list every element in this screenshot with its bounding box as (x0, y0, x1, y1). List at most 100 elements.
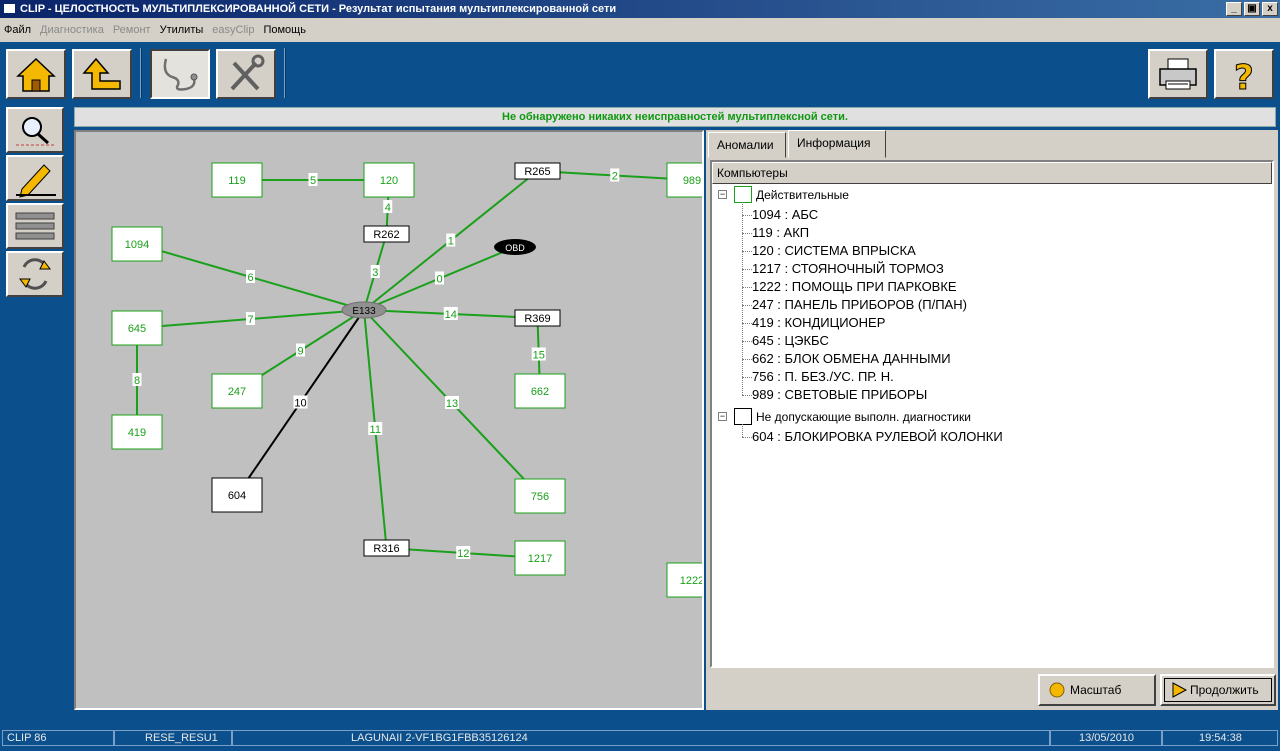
side-search-button[interactable] (6, 107, 64, 153)
svg-text:9: 9 (297, 346, 303, 358)
node-645[interactable]: 645 (111, 310, 163, 346)
node-1094[interactable]: 1094 (111, 226, 163, 262)
zoom-icon (1049, 682, 1065, 698)
svg-text:3: 3 (372, 267, 378, 279)
diagnostics-button[interactable] (150, 49, 210, 99)
tree-item[interactable]: 645 : ЦЭКБС (752, 332, 829, 350)
tree-item[interactable]: 1222 : ПОМОЩЬ ПРИ ПАРКОВКЕ (752, 278, 957, 296)
tree-item[interactable]: 119 : АКП (752, 224, 809, 242)
node-1217[interactable]: 1217 (514, 540, 566, 576)
tree-connector (742, 377, 752, 378)
restore-button[interactable]: ▣ (1244, 2, 1260, 16)
obd-connector[interactable]: OBD (494, 239, 536, 255)
tools-icon (230, 54, 265, 91)
link-label-8: 8 (132, 373, 142, 387)
svg-text:11: 11 (370, 424, 381, 436)
tree-connector (742, 359, 752, 360)
tree-collapse-icon[interactable]: − (718, 412, 727, 421)
link-label-3: 3 (370, 265, 380, 279)
node-r265[interactable]: R265 (514, 162, 561, 180)
node-247[interactable]: 247 (211, 373, 263, 409)
status-box-icon (734, 186, 752, 203)
window-title: CLIP - ЦЕЛОСТНОСТЬ МУЛЬТИПЛЕКСИРОВАННОЙ … (20, 3, 617, 15)
svg-text:6: 6 (247, 272, 253, 284)
tree-collapse-icon[interactable]: − (718, 190, 727, 199)
svg-text:E133: E133 (352, 306, 376, 317)
tree-connector (742, 305, 752, 306)
cycle-icon (19, 258, 51, 290)
help-icon: ? (1234, 58, 1255, 98)
svg-text:756: 756 (531, 491, 549, 503)
tab-anomalies[interactable]: Аномалии (708, 132, 786, 158)
link-label-0: 0 (435, 271, 444, 286)
tree-group-label[interactable]: Не допускающие выполн. диагностики (756, 408, 971, 426)
link-label-13: 13 (445, 396, 459, 410)
tools-button[interactable] (216, 49, 276, 99)
tree-item[interactable]: 1217 : СТОЯНОЧНЫЙ ТОРМОЗ (752, 260, 944, 278)
svg-text:419: 419 (128, 427, 146, 439)
tree-item[interactable]: 662 : БЛОК ОБМЕНА ДАННЫМИ (752, 350, 951, 368)
close-button[interactable]: x (1262, 2, 1278, 16)
node-604[interactable]: 604 (211, 477, 263, 513)
tree-item[interactable]: 604 : БЛОКИРОВКА РУЛЕВОЙ КОЛОНКИ (752, 428, 1003, 446)
tree-connector (742, 437, 752, 438)
tree-item[interactable]: 989 : СВЕТОВЫЕ ПРИБОРЫ (752, 386, 927, 404)
svg-text:645: 645 (128, 323, 146, 335)
svg-text:15: 15 (533, 350, 545, 362)
node-419[interactable]: 419 (111, 414, 163, 450)
svg-text:1094: 1094 (125, 239, 149, 251)
link-label-12: 12 (456, 546, 471, 560)
link-label-6: 6 (246, 270, 255, 284)
computers-tree: Компьютеры − Действительные 1094 : АБС 119 … (710, 160, 1274, 668)
status-screen: RESE_RESU1 (114, 730, 232, 746)
node-662[interactable]: 662 (514, 373, 566, 409)
tree-item[interactable]: 756 : П. БЕЗ./УС. ПР. Н. (752, 368, 894, 386)
node-989[interactable]: 989 (666, 162, 702, 198)
side-list-button[interactable] (6, 203, 64, 249)
side-edit-button[interactable] (6, 155, 64, 201)
svg-text:989: 989 (683, 175, 701, 187)
node-r316[interactable]: R316 (363, 539, 410, 557)
link-label-5: 5 (308, 173, 318, 187)
menu-file[interactable]: Файл (4, 24, 31, 36)
svg-text:120: 120 (380, 175, 398, 187)
status-box-icon (734, 408, 752, 425)
play-icon (1172, 682, 1188, 698)
link-label-11: 11 (368, 422, 383, 436)
svg-text:OBD: OBD (505, 243, 525, 253)
svg-text:R265: R265 (524, 166, 550, 178)
node-1222[interactable]: 1222 (666, 562, 702, 598)
tree-item[interactable]: 247 : ПАНЕЛЬ ПРИБОРОВ (П/ПАН) (752, 296, 967, 314)
hub-e133[interactable]: E133 (341, 301, 387, 319)
home-button[interactable] (6, 49, 66, 99)
side-cycle-button[interactable] (6, 251, 64, 297)
node-119[interactable]: 119 (211, 162, 263, 198)
node-r262[interactable]: R262 (363, 225, 410, 243)
tree-item[interactable]: 120 : СИСТЕМА ВПРЫСКА (752, 242, 916, 260)
menu-help[interactable]: Помощь (263, 24, 306, 36)
link-label-1: 1 (446, 233, 456, 248)
tree-item[interactable]: 1094 : АБС (752, 206, 818, 224)
menu-easyclip: easyClip (212, 24, 255, 36)
node-756[interactable]: 756 (514, 478, 566, 514)
help-button[interactable]: ? (1214, 49, 1274, 99)
tab-information[interactable]: Информация (788, 130, 886, 158)
node-r369[interactable]: R369 (514, 309, 561, 327)
print-button[interactable] (1148, 49, 1208, 99)
continue-button[interactable]: Продолжить (1160, 674, 1276, 706)
app-icon (3, 3, 16, 14)
svg-text:2: 2 (612, 171, 618, 183)
tree-connector (742, 215, 752, 216)
minimize-button[interactable]: _ (1226, 2, 1242, 16)
svg-text:662: 662 (531, 386, 549, 398)
svg-text:4: 4 (385, 202, 391, 214)
network-graph: 5432106789101112131415119 120247419604645… (111, 162, 702, 598)
menu-utilities[interactable]: Утилиты (160, 24, 204, 36)
tree-item[interactable]: 419 : КОНДИЦИОНЕР (752, 314, 885, 332)
back-button[interactable] (72, 49, 132, 99)
tree-group-label[interactable]: Действительные (756, 186, 849, 204)
svg-text:247: 247 (228, 386, 246, 398)
node-120[interactable]: 120 (363, 162, 415, 198)
menu-bar: Файл Диагностика Ремонт Утилиты easyClip… (0, 18, 1280, 42)
zoom-button[interactable]: Масштаб (1038, 674, 1156, 706)
